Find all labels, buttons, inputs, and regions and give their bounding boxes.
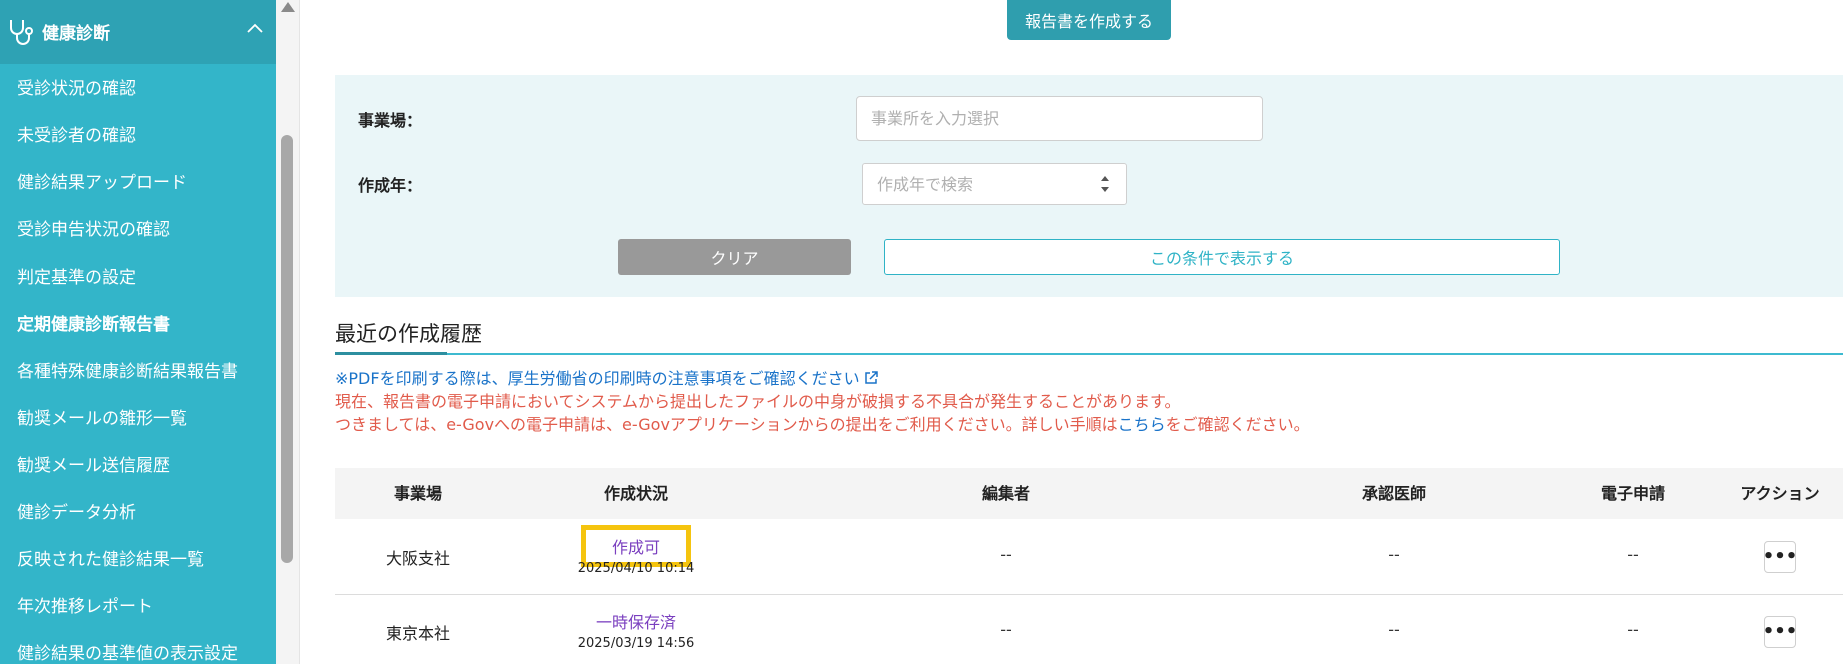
header-editor: 編集者 (981, 484, 1031, 503)
row-doctor: -- (1388, 545, 1400, 564)
chevron-up-icon[interactable] (246, 22, 264, 34)
sidebar-item-periodic-report[interactable]: 定期健康診断報告書 (17, 310, 170, 335)
row-date: 2025/03/19 14:56 (577, 636, 695, 651)
history-divider (335, 353, 1843, 355)
print-note-text: ※PDFを印刷する際は、厚生労働省の印刷時の注意事項をご確認ください (335, 369, 860, 388)
history-title: 最近の作成履歴 (335, 322, 482, 346)
row-office: 大阪支社 (385, 549, 451, 568)
sort-arrows-icon (1101, 176, 1109, 192)
scrollbar-thumb[interactable] (281, 135, 293, 563)
sidebar-item-exam-status[interactable]: 受診状況の確認 (17, 74, 136, 99)
row-status-link[interactable]: 一時保存済 (596, 609, 676, 633)
sidebar-item-data-analysis[interactable]: 健診データ分析 (17, 498, 136, 523)
warning-line-2: つきましては、e-Govへの電子申請は、e-Govアプリケーションからの提出をご… (335, 411, 1310, 435)
row-action-menu-button[interactable]: ••• (1763, 541, 1797, 573)
sidebar-item-reflected-results[interactable]: 反映された健診結果一覧 (17, 545, 204, 570)
sidebar-item-mail-history[interactable]: 勧奨メール送信履歴 (17, 451, 170, 476)
row-office: 東京本社 (385, 624, 451, 643)
create-report-button[interactable]: 報告書を作成する (1007, 0, 1171, 40)
sidebar-scrollbar[interactable] (276, 0, 300, 664)
year-select[interactable] (862, 163, 1127, 205)
sidebar-item-declaration-status[interactable]: 受診申告状況の確認 (17, 215, 170, 240)
warning-line-1: 現在、報告書の電子申請においてシステムから提出したファイルの中身が破損する不具合… (335, 392, 1181, 411)
sidebar-item-criteria-settings[interactable]: 判定基準の設定 (17, 263, 136, 288)
header-e-filing: 電子申請 (1600, 484, 1666, 503)
external-link-icon (864, 371, 878, 384)
year-search-input[interactable] (863, 164, 1083, 204)
stethoscope-icon (10, 20, 33, 45)
scroll-up-arrow-icon[interactable] (281, 2, 295, 12)
warning-line-2-text: つきましては、e-Govへの電子申請は、e-Govアプリケーションからの提出をご… (335, 415, 1118, 434)
header-action: アクション (1740, 484, 1820, 503)
row-e-filing: -- (1627, 545, 1639, 564)
row-e-filing: -- (1627, 620, 1639, 639)
row-action-menu-button[interactable]: ••• (1763, 616, 1797, 648)
sidebar-item-mail-templates[interactable]: 勧奨メールの雛形一覧 (17, 404, 187, 429)
row-status-link[interactable]: 作成可 (580, 525, 692, 567)
sidebar-item-special-report[interactable]: 各種特殊健康診断結果報告書 (17, 357, 238, 382)
sidebar-item-result-upload[interactable]: 健診結果アップロード (17, 168, 187, 193)
row-editor: -- (1000, 545, 1012, 564)
print-note-link[interactable]: ※PDFを印刷する際は、厚生労働省の印刷時の注意事項をご確認ください (335, 365, 878, 389)
table-header: 事業場 作成状況 編集者 承認医師 電子申請 アクション (335, 468, 1843, 519)
procedure-link[interactable]: こちら (1118, 415, 1166, 434)
header-doctor: 承認医師 (1361, 484, 1427, 503)
office-search-input[interactable] (856, 96, 1263, 141)
row-divider (335, 594, 1843, 595)
sidebar-section-header[interactable]: 健康診断 (0, 0, 276, 64)
sidebar-section-title: 健康診断 (42, 24, 110, 44)
year-label: 作成年： (358, 176, 423, 195)
apply-filter-button[interactable]: この条件で表示する (884, 239, 1560, 275)
row-doctor: -- (1388, 620, 1400, 639)
sidebar-item-annual-report[interactable]: 年次推移レポート (17, 592, 153, 617)
sidebar: 健康診断 受診状況の確認 未受診者の確認 健診結果アップロード 受診申告状況の確… (0, 0, 276, 664)
sidebar-item-unexamined[interactable]: 未受診者の確認 (17, 121, 136, 146)
row-date: 2025/04/10 10:14 (577, 561, 695, 576)
warning-line-2-tail: をご確認ください。 (1165, 415, 1310, 434)
clear-button[interactable]: クリア (618, 239, 851, 275)
header-status: 作成状況 (603, 484, 669, 503)
app-root: 健康診断 受診状況の確認 未受診者の確認 健診結果アップロード 受診申告状況の確… (0, 0, 1843, 664)
history-divider-accent (335, 352, 447, 355)
sidebar-item-reference-display[interactable]: 健診結果の基準値の表示設定 (17, 639, 238, 664)
header-office: 事業場 (393, 484, 443, 503)
office-label: 事業場： (358, 111, 423, 130)
row-editor: -- (1000, 620, 1012, 639)
filter-panel: 事業場： 作成年： クリア この条件で表示する (335, 75, 1843, 297)
